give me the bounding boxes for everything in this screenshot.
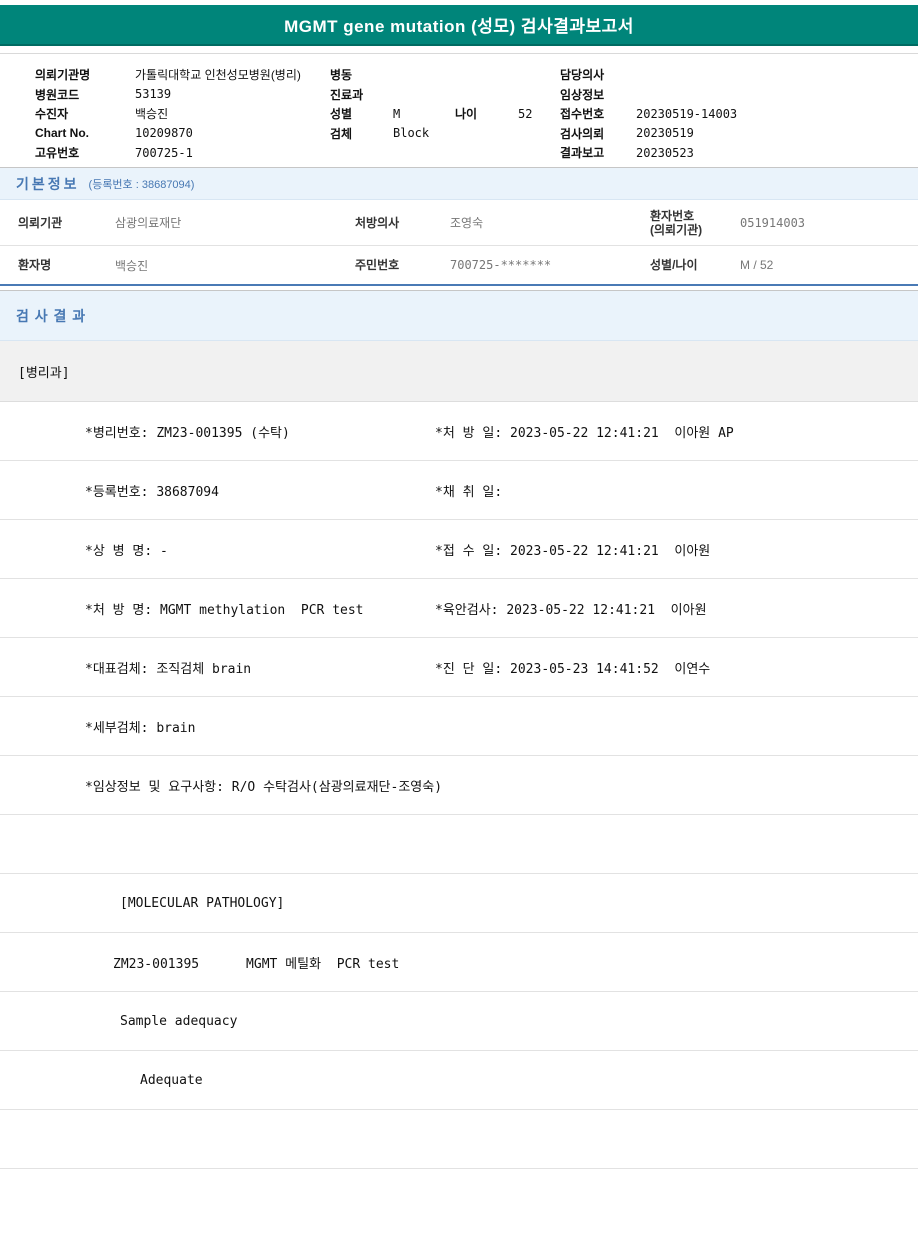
header-field-row: 검체 Block [330, 124, 555, 144]
registration-number: (등록번호 : 38687094) [89, 176, 195, 192]
field-label: 접수번호 [560, 105, 636, 122]
result-row: *등록번호: 38687094 *채 취 일: [0, 461, 918, 520]
header-field-row: 결과보고 20230523 [560, 143, 900, 163]
cell-value: M / 52 [740, 258, 918, 272]
result-row: *세부검체: brain [0, 697, 918, 756]
field-value: 20230519-14003 [636, 107, 737, 121]
result-field: *진 단 일: 2023-05-23 14:41:52 이연수 [435, 658, 918, 677]
header-field-row: 수진자 백승진 [35, 104, 325, 124]
field-value: 20230523 [636, 146, 694, 160]
report-title: MGMT gene mutation (성모) 검사결과보고서 [284, 12, 634, 37]
cell-label: 성별/나이 [650, 258, 740, 272]
cell-value: 백승진 [115, 257, 355, 274]
field-value: Block [393, 126, 429, 140]
result-row: Adequate [0, 1051, 918, 1110]
header-field-row: Chart No. 10209870 [35, 124, 325, 144]
cell-label: 의뢰기관 [0, 216, 115, 230]
table-row: 의뢰기관 삼광의료재단 처방의사 조영숙 환자번호 (의뢰기관) 0519140… [0, 200, 918, 246]
field-label: 병원코드 [35, 86, 135, 103]
field-value: M [393, 107, 455, 121]
cell-value: 조영숙 [450, 214, 650, 231]
result-row: [MOLECULAR PATHOLOGY] [0, 874, 918, 933]
empty-row [0, 815, 918, 874]
result-row: *상 병 명: - *접 수 일: 2023-05-22 12:41:21 이아… [0, 520, 918, 579]
table-row: 환자명 백승진 주민번호 700725-******* 성별/나이 M / 52 [0, 246, 918, 284]
field-value: 백승진 [135, 105, 168, 122]
molecular-test-line: ZM23-001395 MGMT 메틸화 PCR test [0, 953, 918, 972]
field-label: 결과보고 [560, 144, 636, 161]
field-label: 담당의사 [560, 66, 636, 83]
result-row: *임상정보 및 요구사항: R/O 수탁검사(삼광의료재단-조영숙) [0, 756, 918, 815]
empty-row [0, 1110, 918, 1169]
patient-header-right-column: 담당의사 임상정보 접수번호 20230519-14003 검사의뢰 20230… [560, 65, 900, 163]
patient-header-left-column: 의뢰기관명 가톨릭대학교 인천성모병원(병리) 병원코드 53139 수진자 백… [35, 65, 325, 163]
section-title: 기본정보 [16, 174, 80, 194]
header-field-row: 담당의사 [560, 65, 900, 85]
field-label: 고유번호 [35, 144, 135, 161]
field-label: Chart No. [35, 126, 135, 140]
results-section-header: 검 사 결 과 [0, 290, 918, 341]
basic-info-section-header: 기본정보 (등록번호 : 38687094) [0, 167, 918, 200]
field-label: 검사의뢰 [560, 125, 636, 142]
result-row: *대표검체: 조직검체 brain *진 단 일: 2023-05-23 14:… [0, 638, 918, 697]
cell-label: 처방의사 [355, 216, 450, 230]
report-title-banner: MGMT gene mutation (성모) 검사결과보고서 [0, 5, 918, 46]
result-field: *병리번호: ZM23-001395 (수탁) [0, 422, 435, 441]
cell-label: 환자명 [0, 258, 115, 272]
basic-info-table: 의뢰기관 삼광의료재단 처방의사 조영숙 환자번호 (의뢰기관) 0519140… [0, 200, 918, 286]
header-field-row: 병동 [330, 65, 555, 85]
field-value: 20230519 [636, 126, 694, 140]
field-label: 성별 [330, 105, 393, 122]
patient-header-middle-column: 병동 진료과 성별 M 나이 52 검체 Block [330, 65, 555, 143]
field-value: 700725-1 [135, 146, 193, 160]
result-field: *상 병 명: - [0, 540, 435, 559]
section-title: 검 사 결 과 [16, 306, 86, 326]
result-row: *처 방 명: MGMT methylation PCR test *육안검사:… [0, 579, 918, 638]
result-field: *처 방 일: 2023-05-22 12:41:21 이아원 AP [435, 422, 918, 441]
result-field: *등록번호: 38687094 [0, 481, 435, 500]
result-field: *채 취 일: [435, 481, 918, 500]
header-field-row: 고유번호 700725-1 [35, 143, 325, 163]
result-field: *접 수 일: 2023-05-22 12:41:21 이아원 [435, 540, 918, 559]
molecular-pathology-header: [MOLECULAR PATHOLOGY] [0, 896, 918, 911]
sample-adequacy-value: Adequate [0, 1073, 918, 1088]
header-field-row: 임상정보 [560, 85, 900, 105]
cell-label: 환자번호 (의뢰기관) [650, 209, 740, 237]
result-row: *병리번호: ZM23-001395 (수탁) *처 방 일: 2023-05-… [0, 402, 918, 461]
sample-adequacy-label: Sample adequacy [0, 1014, 918, 1029]
header-field-row: 의뢰기관명 가톨릭대학교 인천성모병원(병리) [35, 65, 325, 85]
header-field-row: 진료과 [330, 85, 555, 105]
department-band: [병리과] [0, 341, 918, 402]
cell-value: 삼광의료재단 [115, 214, 355, 231]
result-field: *처 방 명: MGMT methylation PCR test [0, 599, 435, 618]
result-row: ZM23-001395 MGMT 메틸화 PCR test [0, 933, 918, 992]
field-value: 10209870 [135, 126, 193, 140]
field-label: 수진자 [35, 105, 135, 122]
result-field: *세부검체: brain [0, 717, 435, 736]
result-field: *임상정보 및 요구사항: R/O 수탁검사(삼광의료재단-조영숙) [0, 776, 918, 795]
result-field: *육안검사: 2023-05-22 12:41:21 이아원 [435, 599, 918, 618]
cell-value: 700725-******* [450, 258, 650, 272]
field-value: 52 [518, 107, 532, 121]
results-list: *병리번호: ZM23-001395 (수탁) *처 방 일: 2023-05-… [0, 402, 918, 1169]
field-value: 가톨릭대학교 인천성모병원(병리) [135, 66, 301, 83]
result-row: Sample adequacy [0, 992, 918, 1051]
patient-header: 의뢰기관명 가톨릭대학교 인천성모병원(병리) 병원코드 53139 수진자 백… [0, 53, 918, 167]
field-label: 의뢰기관명 [35, 66, 135, 83]
cell-label: 주민번호 [355, 258, 450, 272]
result-field: *대표검체: 조직검체 brain [0, 658, 435, 677]
field-value: 53139 [135, 87, 171, 101]
field-label: 검체 [330, 125, 393, 142]
field-label: 진료과 [330, 86, 393, 103]
header-field-row: 검사의뢰 20230519 [560, 124, 900, 144]
header-field-row: 병원코드 53139 [35, 85, 325, 105]
header-field-row: 성별 M 나이 52 [330, 104, 555, 124]
cell-value: 051914003 [740, 216, 918, 230]
report-page: MGMT gene mutation (성모) 검사결과보고서 의뢰기관명 가톨… [0, 5, 918, 1169]
field-label: 나이 [455, 105, 518, 122]
field-label: 병동 [330, 66, 393, 83]
department-label: [병리과] [18, 362, 70, 381]
field-label: 임상정보 [560, 86, 636, 103]
header-field-row: 접수번호 20230519-14003 [560, 104, 900, 124]
